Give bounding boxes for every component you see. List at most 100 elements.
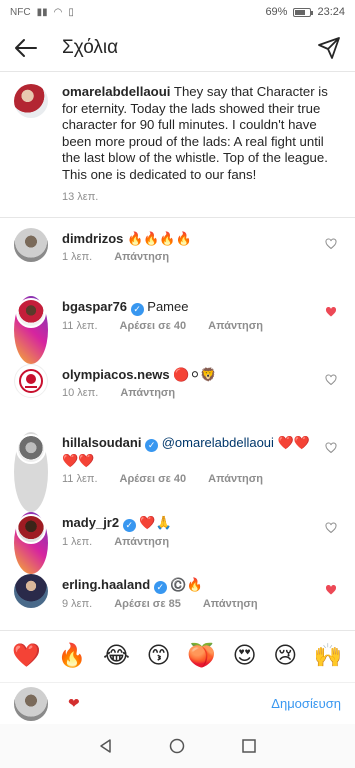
- avatar[interactable]: [14, 364, 48, 398]
- comment-username[interactable]: erling.haaland: [62, 577, 150, 592]
- olympiacos-logo-icon: [19, 369, 43, 393]
- battery-icon: [293, 7, 314, 17]
- comment-meta: 9 λεπ. Αρέσει σε 85 Απάντηση: [62, 598, 311, 610]
- signal-icon: ▮▮: [36, 6, 48, 18]
- emoji-raised-hands-button[interactable]: 🙌: [314, 645, 343, 668]
- list-item: olympiacos.news 🔴⚪🦁 10 λεπ. Απάντηση: [0, 364, 355, 432]
- mention-link[interactable]: @omarelabdellaoui: [162, 435, 274, 450]
- comment-time: 11 λεπ.: [62, 320, 98, 332]
- comment-body: bgaspar76 ✓ Pamee 11 λεπ. Αρέσει σε 40 Α…: [62, 296, 341, 364]
- heart-outline-icon[interactable]: [325, 238, 337, 250]
- comment-body: erling.haaland ✓ ©️🔥 9 λεπ. Αρέσει σε 85…: [62, 574, 341, 634]
- post-button[interactable]: Δημοσίευση: [271, 696, 341, 711]
- comment-body: dimdrizos 🔥🔥🔥🔥 1 λεπ. Απάντηση: [62, 228, 341, 296]
- verified-badge-icon: ✓: [122, 519, 136, 532]
- comment-time: 1 λεπ.: [62, 536, 93, 548]
- comment-username[interactable]: bgaspar76: [62, 299, 127, 314]
- heart-outline-icon[interactable]: [325, 522, 337, 534]
- emoji-fire-button[interactable]: 🔥: [58, 645, 87, 668]
- likes-count[interactable]: Αρέσει σε 85: [114, 598, 181, 610]
- heart-filled-icon[interactable]: [325, 584, 337, 596]
- comment-text: bgaspar76 ✓ Pamee: [62, 298, 311, 316]
- wifi-icon: ◠: [53, 6, 63, 18]
- nfc-icon: NFC: [10, 6, 31, 18]
- caption-username[interactable]: omarelabdellaoui: [62, 84, 170, 99]
- emoji-peach-button[interactable]: 🍑: [187, 645, 216, 668]
- avatar[interactable]: [14, 512, 48, 574]
- battery-percent: 69%: [265, 6, 288, 18]
- verified-badge-icon: ✓: [153, 581, 167, 594]
- system-nav-bar: [0, 724, 355, 768]
- comment-username[interactable]: hillalsoudani: [62, 435, 141, 450]
- list-item: mady_jr2 ✓ ❤️🙏 1 λεπ. Απάντηση: [0, 512, 355, 574]
- avatar[interactable]: [14, 296, 48, 364]
- likes-count[interactable]: Αρέσει σε 40: [120, 473, 187, 485]
- reply-button[interactable]: Απάντηση: [114, 251, 169, 263]
- back-button[interactable]: [14, 36, 38, 60]
- status-left: NFC ▮▮ ◠ ▯: [10, 7, 74, 18]
- comment-username[interactable]: mady_jr2: [62, 515, 119, 530]
- comment-message: 🔴⚪🦁: [169, 367, 217, 382]
- avatar: [14, 686, 48, 721]
- reply-button[interactable]: Απάντηση: [208, 320, 263, 332]
- comment-meta: 10 λεπ. Απάντηση: [62, 387, 311, 399]
- comment-meta: 1 λεπ. Απάντηση: [62, 536, 311, 548]
- comments-list: dimdrizos 🔥🔥🔥🔥 1 λεπ. Απάντηση bgaspar76…: [0, 218, 355, 634]
- comment-time: 10 λεπ.: [62, 387, 99, 399]
- comment-text: olympiacos.news 🔴⚪🦁: [62, 366, 311, 383]
- reply-button[interactable]: Απάντηση: [208, 473, 263, 485]
- comment-text: erling.haaland ✓ ©️🔥: [62, 576, 311, 594]
- caption-text: omarelabdellaoui They say that Character…: [62, 84, 341, 183]
- heart-outline-icon[interactable]: [325, 442, 337, 454]
- reply-button[interactable]: Απάντηση: [120, 387, 175, 399]
- verified-badge-icon: ✓: [130, 303, 144, 316]
- reply-button[interactable]: Απάντηση: [114, 536, 169, 548]
- emoji-cry-button[interactable]: 😢: [273, 645, 297, 668]
- list-item: erling.haaland ✓ ©️🔥 9 λεπ. Αρέσει σε 85…: [0, 574, 355, 634]
- comment-message: ©️🔥: [166, 577, 203, 592]
- heart-filled-icon[interactable]: [325, 306, 337, 318]
- caption-body: omarelabdellaoui They say that Character…: [62, 84, 341, 203]
- emoji-kiss-button[interactable]: 😙: [147, 645, 171, 668]
- comment-username[interactable]: olympiacos.news: [62, 367, 170, 382]
- status-bar: NFC ▮▮ ◠ ▯ 69% 23:24: [0, 0, 355, 24]
- reply-button[interactable]: Απάντηση: [203, 598, 258, 610]
- heart-outline-icon[interactable]: [325, 374, 337, 386]
- vibrate-icon: ▯: [68, 6, 74, 18]
- list-item: hillalsoudani ✓ @omarelabdellaoui ❤️❤️❤️…: [0, 432, 355, 512]
- caption-time: 13 λεπ.: [62, 191, 99, 203]
- send-button[interactable]: [317, 36, 341, 60]
- comment-username[interactable]: dimdrizos: [62, 231, 123, 246]
- header: Σχόλια: [0, 24, 355, 72]
- comment-body: mady_jr2 ✓ ❤️🙏 1 λεπ. Απάντηση: [62, 512, 341, 574]
- post-caption: omarelabdellaoui They say that Character…: [0, 72, 355, 218]
- comment-input[interactable]: ❤: [68, 695, 271, 712]
- comment-time: 1 λεπ.: [62, 251, 93, 263]
- nav-recents-icon[interactable]: [241, 738, 257, 754]
- back-arrow-icon: [15, 38, 37, 57]
- avatar[interactable]: [14, 432, 48, 512]
- emoji-heart-eyes-button[interactable]: 😍: [233, 645, 257, 668]
- likes-count[interactable]: Αρέσει σε 40: [120, 320, 187, 332]
- comment-message: 🔥🔥🔥🔥: [123, 231, 192, 246]
- comment-time: 9 λεπ.: [62, 598, 93, 610]
- comment-message: Pamee: [143, 299, 189, 314]
- verified-badge-icon: ✓: [145, 439, 159, 452]
- comment-meta: 11 λεπ. Αρέσει σε 40 Απάντηση: [62, 473, 311, 485]
- emoji-quick-bar: ❤️ 🔥 😂 😙 🍑 😍 😢 🙌: [0, 630, 355, 682]
- emoji-heart-button[interactable]: ❤️: [12, 645, 41, 668]
- comment-input-row: ❤ Δημοσίευση: [0, 682, 355, 724]
- avatar[interactable]: [14, 84, 48, 118]
- emoji-laugh-button[interactable]: 😂: [103, 645, 130, 668]
- direct-send-icon: [318, 37, 340, 59]
- avatar[interactable]: [14, 574, 48, 608]
- status-right: 69% 23:24: [265, 6, 345, 18]
- nav-back-icon[interactable]: [98, 738, 114, 754]
- nav-home-icon[interactable]: [169, 738, 185, 754]
- avatar[interactable]: [14, 228, 48, 262]
- comment-text: dimdrizos 🔥🔥🔥🔥: [62, 230, 311, 247]
- comment-text: mady_jr2 ✓ ❤️🙏: [62, 514, 311, 532]
- comment-body: hillalsoudani ✓ @omarelabdellaoui ❤️❤️❤️…: [62, 432, 341, 512]
- comment-body: olympiacos.news 🔴⚪🦁 10 λεπ. Απάντηση: [62, 364, 341, 432]
- battery-fill: [295, 9, 306, 15]
